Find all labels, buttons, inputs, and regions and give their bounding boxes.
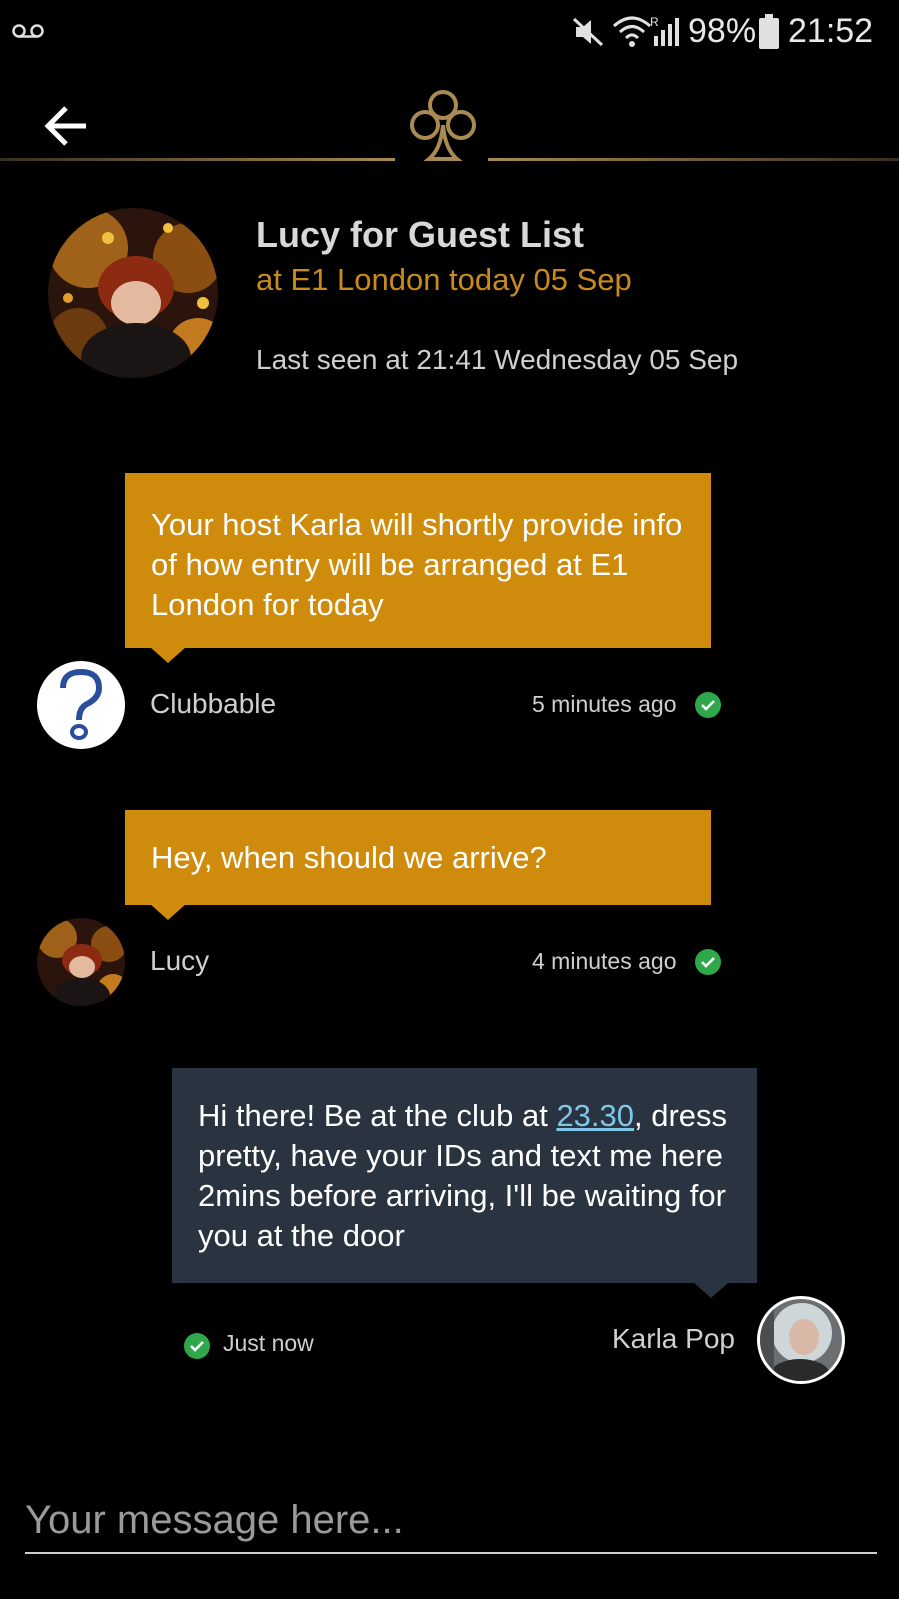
sender-avatar-karla[interactable] [757, 1296, 845, 1384]
last-seen: Last seen at 21:41 Wednesday 05 Sep [256, 344, 739, 375]
chat-subtitle: at E1 London today 05 Sep [256, 262, 632, 297]
battery-icon [758, 14, 780, 55]
signal-icon: R [650, 14, 682, 53]
sender-avatar-lucy[interactable] [37, 918, 125, 1006]
header-divider-right [488, 158, 899, 161]
back-arrow-icon[interactable] [44, 105, 90, 152]
mute-icon [572, 16, 606, 53]
delivered-check-icon [695, 949, 721, 975]
message-text-part: Hi there! Be at the club at [198, 1098, 557, 1133]
battery-percent: 98% [688, 12, 757, 50]
bubble-tail [150, 904, 186, 920]
sender-avatar-help[interactable] [37, 661, 125, 749]
message-time: 4 minutes ago [532, 948, 677, 974]
voicemail-icon [12, 22, 44, 45]
app-header [0, 75, 899, 175]
header-divider-left [0, 158, 395, 161]
message-time: 5 minutes ago [532, 691, 677, 717]
status-bar: R 98% 21:52 [0, 0, 899, 66]
message-bubble-host[interactable]: Hi there! Be at the club at 23.30, dress… [172, 1068, 757, 1283]
message-bubble[interactable]: Your host Karla will shortly provide inf… [125, 473, 711, 648]
club-logo-icon [403, 85, 483, 170]
bubble-tail [150, 647, 186, 663]
message-bubble[interactable]: Hey, when should we arrive? [125, 810, 711, 905]
sender-name: Lucy [150, 945, 210, 976]
chat-title: Lucy for Guest List [256, 214, 585, 255]
time-link[interactable]: 23.30 [556, 1098, 634, 1133]
message-text: Your host Karla will shortly provide inf… [151, 507, 683, 622]
delivered-check-icon [184, 1333, 210, 1359]
message-text: Hey, when should we arrive? [151, 840, 547, 875]
message-time: Just now [223, 1330, 314, 1356]
profile-avatar[interactable] [48, 208, 218, 378]
delivered-check-icon [695, 692, 721, 718]
clock: 21:52 [788, 12, 874, 50]
wifi-icon [612, 14, 652, 53]
sender-name: Karla Pop [612, 1323, 735, 1354]
message-input[interactable] [25, 1488, 877, 1554]
svg-text:R: R [650, 15, 659, 29]
bubble-tail [693, 1282, 729, 1298]
help-icon [51, 666, 111, 745]
message-composer [25, 1488, 877, 1560]
sender-name: Clubbable [150, 688, 277, 719]
